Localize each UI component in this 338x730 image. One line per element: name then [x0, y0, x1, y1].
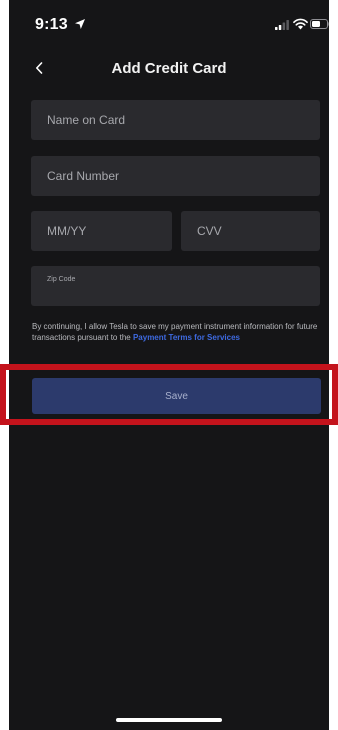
- cvv-placeholder: CVV: [197, 224, 222, 238]
- payment-terms-link[interactable]: Payment Terms for Services: [133, 333, 240, 342]
- home-indicator: [116, 718, 222, 722]
- phone-screen: 9:13 Add Credit Card Name on Card Card N…: [9, 0, 329, 730]
- page-title: Add Credit Card: [111, 60, 227, 77]
- status-bar: 9:13: [9, 0, 329, 46]
- expiry-placeholder: MM/YY: [47, 224, 87, 238]
- location-arrow-icon: [75, 19, 85, 29]
- status-time: 9:13: [35, 16, 68, 33]
- expiry-field[interactable]: MM/YY: [31, 211, 172, 251]
- card-number-placeholder: Card Number: [47, 169, 120, 183]
- name-on-card-field[interactable]: Name on Card: [31, 100, 320, 140]
- signal-icon: [275, 20, 289, 30]
- name-on-card-placeholder: Name on Card: [47, 113, 126, 127]
- wifi-icon: [293, 18, 308, 30]
- zip-code-field[interactable]: Zip Code: [31, 266, 320, 306]
- cvv-field[interactable]: CVV: [181, 211, 320, 251]
- save-button[interactable]: Save: [32, 378, 321, 414]
- zip-code-placeholder: Zip Code: [47, 276, 76, 283]
- consent-text: By continuing, I allow Tesla to save my …: [32, 322, 324, 343]
- card-number-field[interactable]: Card Number: [31, 156, 320, 196]
- battery-icon: [310, 19, 329, 29]
